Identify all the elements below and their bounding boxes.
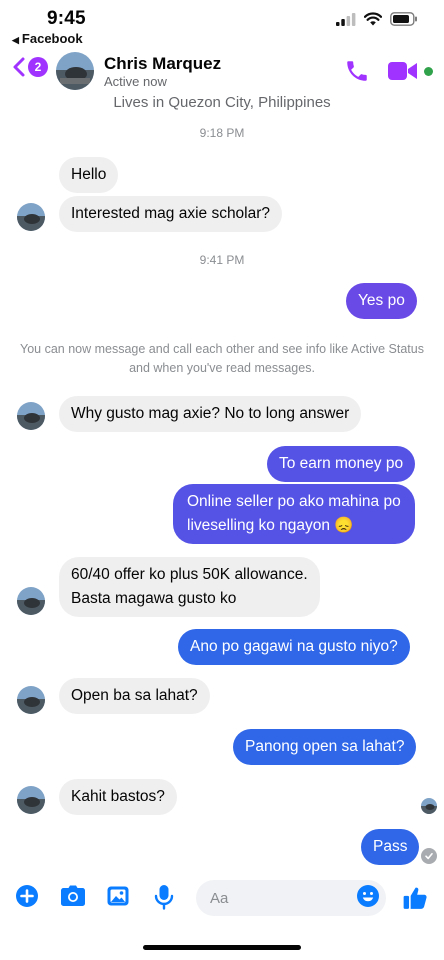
message-composer xyxy=(0,876,444,920)
message-line: 60/40 offer ko plus 50K allowance. xyxy=(71,566,308,583)
chat-header: 2 Chris Marquez Active now xyxy=(0,48,444,94)
sent-check-icon xyxy=(421,848,437,864)
chevron-left-icon xyxy=(13,57,25,77)
message-input[interactable] xyxy=(210,880,350,916)
sender-avatar[interactable] xyxy=(17,203,45,231)
connection-notice: You can now message and call each other … xyxy=(20,342,424,375)
back-to-app-link[interactable]: ◀ Facebook xyxy=(12,31,83,46)
message-outgoing[interactable]: Panong open sa lahat? xyxy=(233,729,417,765)
video-call-button[interactable] xyxy=(387,60,419,87)
time-separator: 9:41 PM xyxy=(199,253,245,267)
message-outgoing[interactable]: To earn money po xyxy=(267,446,416,482)
message-outgoing[interactable]: Ano po gagawi na gusto niyo? xyxy=(178,629,410,665)
time-separator: 9:18 PM xyxy=(199,126,245,140)
message-outgoing[interactable]: Yes po xyxy=(346,283,417,319)
message-line: liveselling ko ngayon 😞 xyxy=(187,517,354,534)
sender-avatar[interactable] xyxy=(17,686,45,714)
message-line: Basta magawa gusto ko xyxy=(71,590,237,607)
voice-call-button[interactable] xyxy=(344,58,370,89)
contact-name[interactable]: Chris Marquez xyxy=(104,54,221,74)
video-camera-icon xyxy=(388,62,417,80)
contact-location: Lives in Quezon City, Philippines xyxy=(113,94,331,111)
back-triangle-icon: ◀ xyxy=(12,35,19,45)
like-button[interactable] xyxy=(402,885,428,916)
status-time: 9:45 xyxy=(47,8,86,29)
message-incoming[interactable]: Kahit bastos? xyxy=(59,779,177,815)
message-line: Online seller po ako mahina po xyxy=(187,493,401,510)
gallery-button[interactable] xyxy=(106,884,130,913)
contact-avatar[interactable] xyxy=(56,52,94,90)
active-status: Active now xyxy=(104,74,167,89)
sender-avatar[interactable] xyxy=(17,402,45,430)
battery-icon xyxy=(390,12,417,26)
status-bar: 9:45 ◀ Facebook xyxy=(0,0,444,48)
back-button[interactable]: 2 xyxy=(12,56,48,78)
voice-message-button[interactable] xyxy=(154,884,174,915)
message-outgoing-multiline[interactable]: Online seller po ako mahina po liveselli… xyxy=(173,484,415,544)
signal-icon xyxy=(336,12,356,26)
sender-avatar[interactable] xyxy=(17,786,45,814)
message-incoming[interactable]: Why gusto mag axie? No to long answer xyxy=(59,396,362,432)
microphone-icon xyxy=(154,885,174,910)
more-actions-button[interactable] xyxy=(15,884,39,913)
online-indicator xyxy=(424,67,433,76)
wifi-icon xyxy=(364,12,382,26)
unread-count-badge: 2 xyxy=(28,57,48,77)
message-incoming[interactable]: Open ba sa lahat? xyxy=(59,678,210,714)
message-incoming[interactable]: Hello xyxy=(59,157,119,193)
plus-icon xyxy=(16,885,38,907)
camera-button[interactable] xyxy=(60,884,86,913)
thumbs-up-icon xyxy=(403,887,427,909)
gallery-icon xyxy=(107,886,129,906)
sender-avatar[interactable] xyxy=(17,587,45,615)
camera-icon xyxy=(61,885,85,906)
message-incoming-multiline[interactable]: 60/40 offer ko plus 50K allowance. Basta… xyxy=(59,557,320,617)
home-indicator xyxy=(143,945,301,950)
back-app-label: Facebook xyxy=(21,31,83,46)
emoji-button[interactable] xyxy=(356,884,380,913)
message-incoming[interactable]: Interested mag axie scholar? xyxy=(59,196,283,232)
seen-receipt-avatar xyxy=(421,798,437,814)
emoji-icon xyxy=(357,885,379,907)
phone-icon xyxy=(347,61,367,81)
system-icons xyxy=(336,12,418,26)
message-outgoing[interactable]: Pass xyxy=(361,829,420,865)
